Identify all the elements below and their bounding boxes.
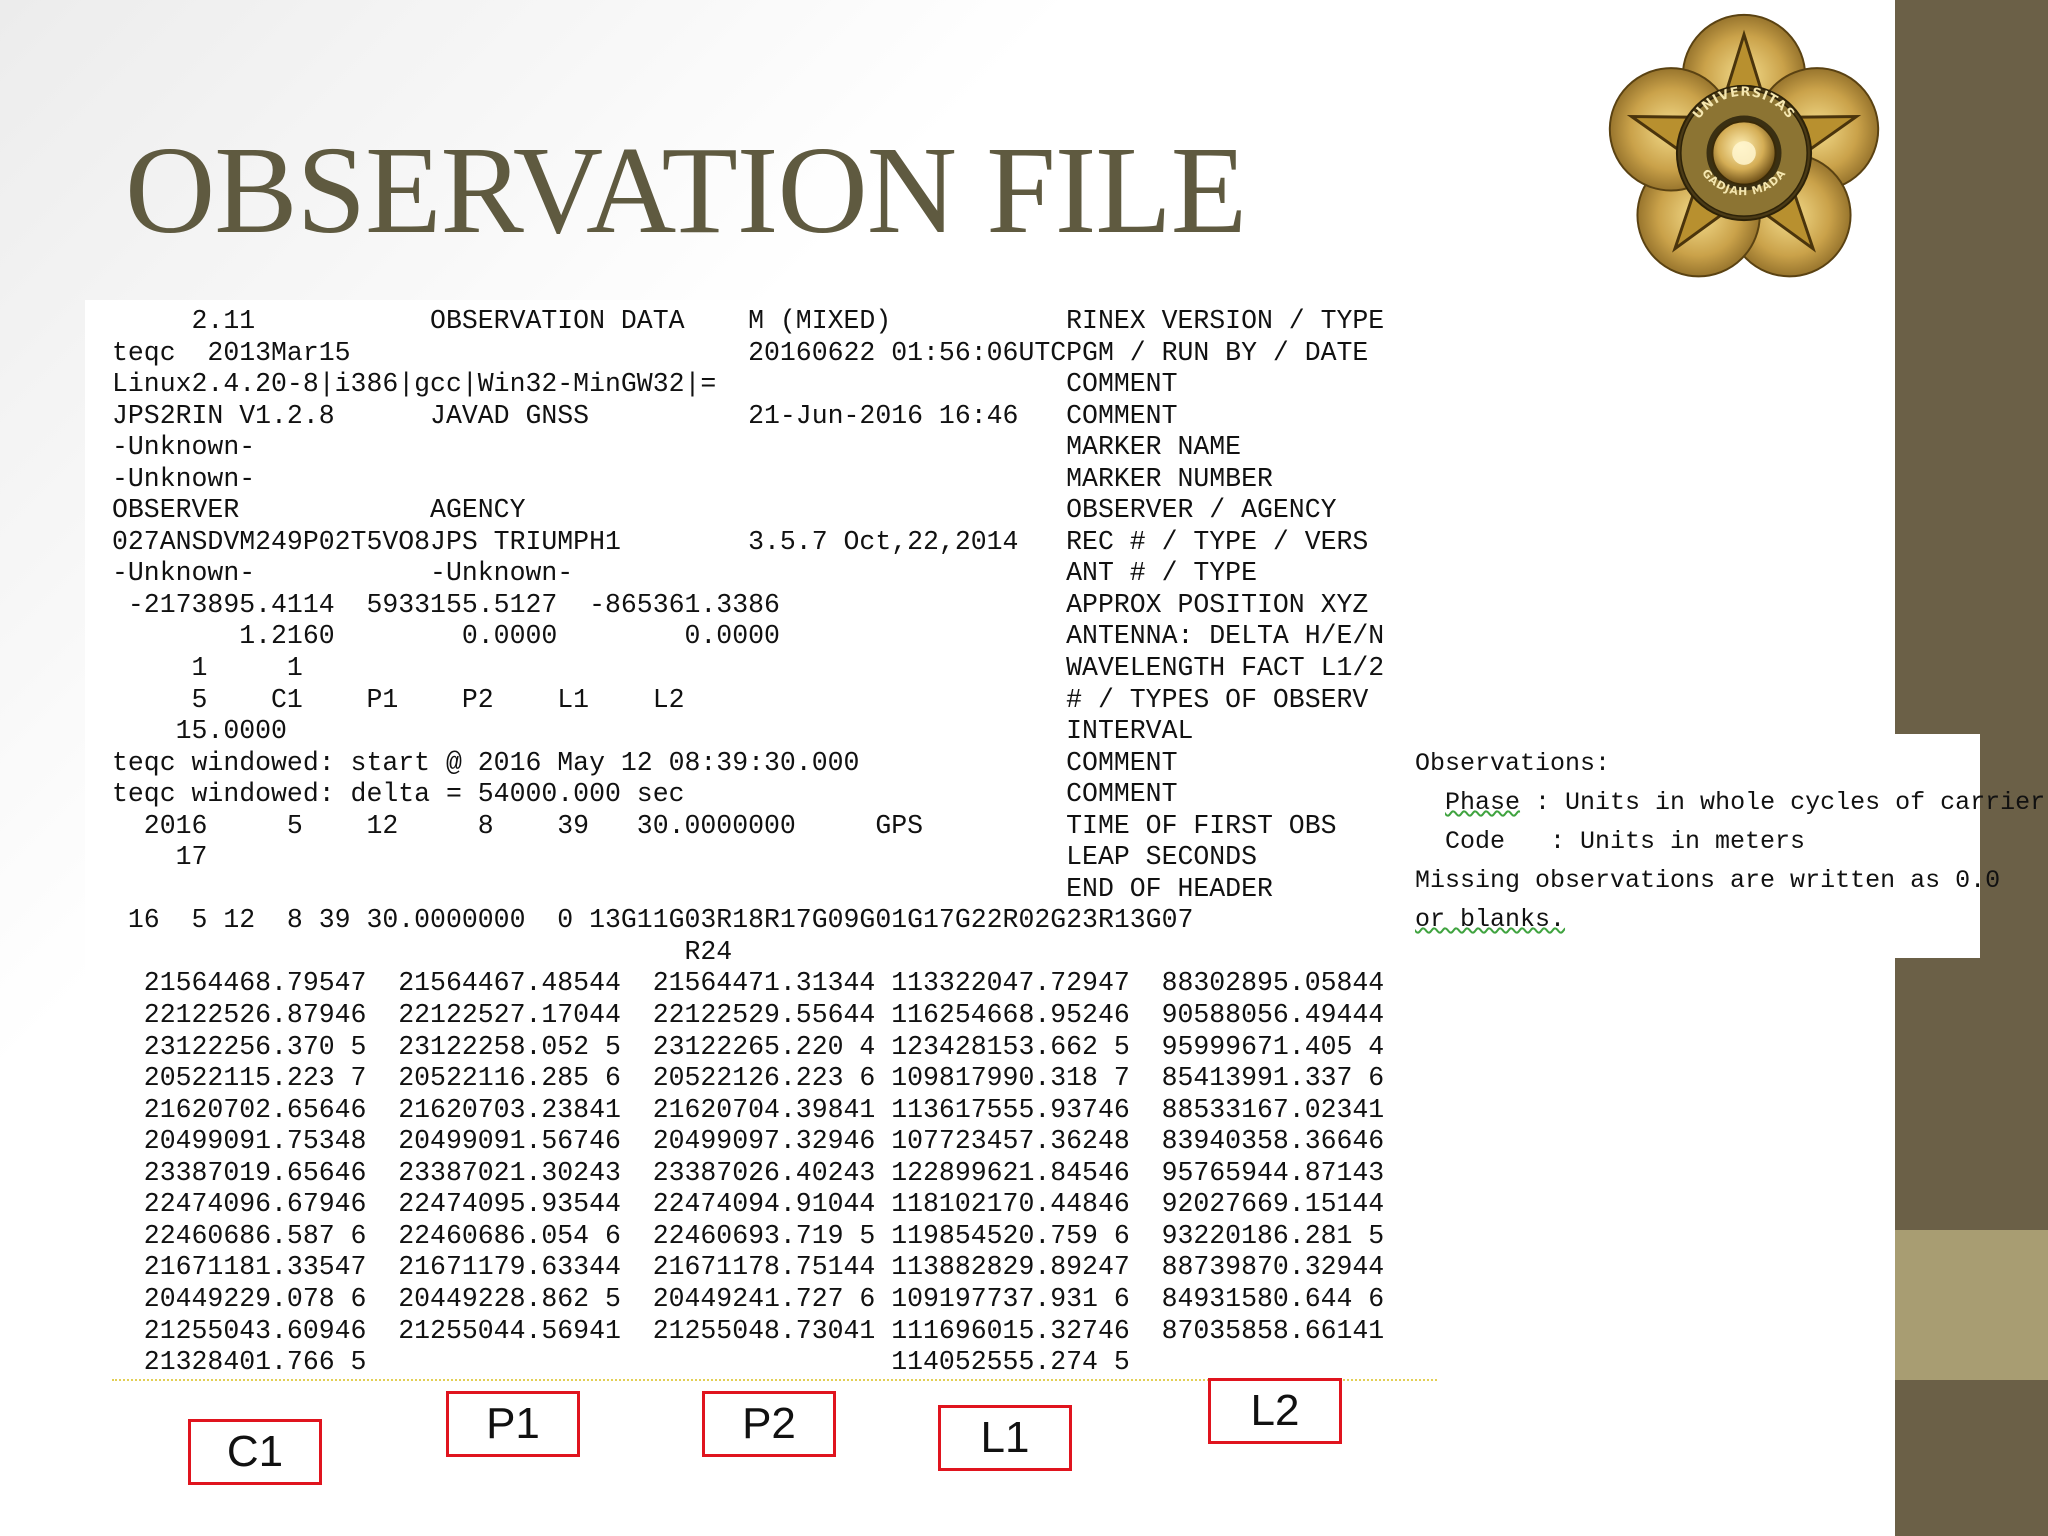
observations-note: Observations: Phase : Units in whole cyc… <box>1405 734 2045 958</box>
rinex-line: 22460686.587 6 22460686.054 6 22460693.7… <box>112 1220 1385 1251</box>
university-emblem-icon: UNIVERSITAS GADJAH MADA <box>1608 13 1880 278</box>
note-phase-line: Phase : Units in whole cycles of carrier <box>1415 783 2045 822</box>
label-c1: C1 <box>188 1419 322 1485</box>
label-l1: L1 <box>938 1405 1072 1471</box>
rinex-line: 16 5 12 8 39 30.0000000 0 13G11G03R18R17… <box>112 905 1194 936</box>
rinex-line: R24 <box>112 936 733 967</box>
note-phase-word: Phase <box>1445 788 1521 817</box>
label-p2: P2 <box>702 1391 836 1457</box>
rinex-line: 17 LEAP SECONDS <box>112 842 1257 873</box>
rinex-line: -Unknown- -Unknown- ANT # / TYPE <box>112 558 1257 589</box>
rinex-line: 22122526.87946 22122527.17044 22122529.5… <box>112 1000 1385 1031</box>
label-l2: L2 <box>1208 1378 1342 1444</box>
rinex-line: 5 C1 P1 P2 L1 L2 # / TYPES OF OBSERV <box>112 684 1369 715</box>
rinex-line: 23122256.370 5 23122258.052 5 23122265.2… <box>112 1031 1385 1062</box>
note-title: Observations: <box>1415 749 1611 778</box>
note-phase-text: : Units in whole cycles of carrier <box>1520 788 2046 817</box>
rinex-line: 23387019.65646 23387021.30243 23387026.4… <box>112 1157 1385 1188</box>
rinex-line: 027ANSDVM249P02T5VO8JPS TRIUMPH1 3.5.7 O… <box>112 526 1369 557</box>
rinex-line: Linux2.4.20-8|i386|gcc|Win32-MinGW32|= C… <box>112 369 1178 400</box>
rinex-line: 21671181.33547 21671179.63344 21671178.7… <box>112 1252 1385 1283</box>
rinex-line: -Unknown- MARKER NAME <box>112 432 1242 463</box>
note-blanks-line: or blanks. <box>1415 900 1980 939</box>
rinex-observation-listing: 2.11 OBSERVATION DATA M (MIXED) RINEX VE… <box>112 306 1384 1379</box>
rinex-line: 20449229.078 6 20449228.862 5 20449241.7… <box>112 1283 1385 1314</box>
rinex-line: 20522115.223 7 20522116.285 6 20522126.2… <box>112 1063 1385 1094</box>
rinex-line: 21620702.65646 21620703.23841 21620704.3… <box>112 1094 1385 1125</box>
rinex-line: JPS2RIN V1.2.8 JAVAD GNSS 21-Jun-2016 16… <box>112 400 1178 431</box>
rinex-line: -2173895.4114 5933155.5127 -865361.3386 … <box>112 589 1369 620</box>
rinex-line: teqc windowed: start @ 2016 May 12 08:39… <box>112 747 1178 778</box>
label-p1: P1 <box>446 1391 580 1457</box>
rinex-line: teqc 2013Mar15 20160622 01:56:06UTCPGM /… <box>112 337 1369 368</box>
rinex-line: 1 1 WAVELENGTH FACT L1/2 <box>112 653 1385 684</box>
rinex-line: 15.0000 INTERVAL <box>112 716 1194 747</box>
rinex-line: 22474096.67946 22474095.93544 22474094.9… <box>112 1189 1385 1220</box>
slide-title: OBSERVATION FILE <box>125 122 1247 260</box>
rinex-line: OBSERVER AGENCY OBSERVER / AGENCY <box>112 495 1337 526</box>
rinex-line: END OF HEADER <box>112 873 1273 904</box>
rinex-line: -Unknown- MARKER NUMBER <box>112 463 1273 494</box>
right-side-bar-accent <box>1895 1230 2048 1380</box>
rinex-line: 20499091.75348 20499091.56746 20499097.3… <box>112 1126 1385 1157</box>
note-blanks-word: or blanks. <box>1415 905 1566 934</box>
rinex-line: 2.11 OBSERVATION DATA M (MIXED) RINEX VE… <box>112 306 1385 336</box>
rinex-line: 21328401.766 5 114052555.274 5 <box>112 1347 1130 1378</box>
rinex-line: 1.2160 0.0000 0.0000 ANTENNA: DELTA H/E/… <box>112 621 1385 652</box>
rinex-line: 2016 5 12 8 39 30.0000000 GPS TIME OF FI… <box>112 810 1337 841</box>
rinex-line: 21564468.79547 21564467.48544 21564471.3… <box>112 968 1385 999</box>
rinex-line: 21255043.60946 21255044.56941 21255048.7… <box>112 1315 1385 1346</box>
rinex-line: teqc windowed: delta = 54000.000 sec COM… <box>112 779 1178 810</box>
note-code-line: Code : Units in meters <box>1415 827 1806 856</box>
note-missing-line: Missing observations are written as 0.0 <box>1415 866 2001 895</box>
